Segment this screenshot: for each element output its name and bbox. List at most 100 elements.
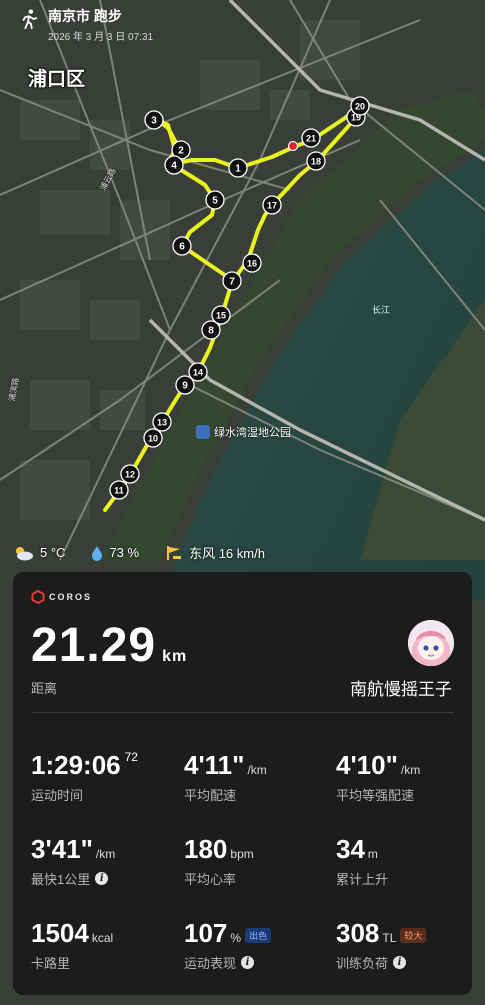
load-unit: TL (382, 931, 397, 945)
route-marker-1: 1 (228, 158, 248, 178)
route-marker-12: 12 (120, 464, 140, 484)
route-marker-label: 15 (216, 311, 226, 321)
stat-grade-pace: 4'10"/km 平均等强配速 (336, 750, 420, 804)
username: 南航慢摇王子 (350, 680, 452, 699)
route-marker-label: 17 (267, 201, 277, 211)
ascent-value: 34 (336, 834, 365, 864)
ascent-label: 累计上升 (336, 872, 389, 887)
current-location-dot (287, 140, 299, 152)
route-marker-label: 9 (182, 381, 188, 392)
stat-performance: 107% 出色 运动表现 i (184, 918, 272, 972)
best-km-value: 3'41" (31, 834, 93, 864)
avg-pace-value: 4'11" (184, 750, 245, 780)
route-marker-label: 12 (125, 470, 135, 480)
route-marker-label: 16 (247, 259, 257, 269)
route-marker-7: 7 (222, 271, 242, 291)
distance-number: 21.29 (31, 619, 157, 672)
route-marker-label: 6 (179, 242, 185, 253)
performance-value: 107 (184, 918, 228, 948)
route-marker-10: 10 (143, 428, 163, 448)
stats-card: COROS 21.29 km 距离 南航慢摇王子 1:29:06 72 运动时间 4… (13, 572, 472, 995)
route-marker-label: 21 (306, 134, 316, 144)
route-marker-label: 4 (171, 161, 177, 172)
best-km-label: 最快1公里 (31, 872, 91, 887)
performance-label: 运动表现 (184, 956, 237, 971)
coros-brand-text: COROS (49, 592, 93, 602)
route-marker-label: 20 (355, 102, 365, 112)
route-marker-11: 11 (109, 480, 129, 500)
park-icon (196, 425, 210, 439)
stat-training-load: 308 TL 较大 训练负荷 i (336, 918, 427, 972)
grade-pace-unit: /km (400, 763, 421, 777)
ascent-unit: m (367, 847, 378, 861)
load-value: 308 (336, 918, 380, 948)
route-marker-label: 3 (151, 116, 157, 127)
info-icon[interactable]: i (95, 872, 109, 885)
route-marker-label: 1 (235, 164, 241, 175)
route-marker-18: 18 (306, 151, 326, 171)
stat-calories: 1504 kcal 卡路里 (31, 918, 113, 972)
route-marker-3: 3 (144, 110, 164, 130)
route-marker-label: 5 (212, 196, 218, 207)
avg-hr-unit: bpm (230, 847, 254, 861)
performance-unit: % (230, 931, 242, 945)
route-marker-5: 5 (205, 190, 225, 210)
stat-best-km: 3'41"/km 最快1公里 i (31, 834, 115, 888)
route-marker-label: 18 (311, 157, 321, 167)
duration-hundredths: 72 (124, 750, 138, 764)
avg-hr-value: 180 (184, 834, 228, 864)
stat-ascent: 34 m 累计上升 (336, 834, 388, 888)
humidity-value: 73 % (109, 545, 140, 560)
performance-badge: 出色 (245, 927, 272, 943)
route-marker-15: 15 (211, 305, 231, 325)
park-name: 绿水湾湿地公园 (214, 427, 291, 439)
coros-logo: COROS (31, 590, 92, 604)
route-marker-label: 10 (148, 434, 158, 444)
grade-pace-value: 4'10" (336, 750, 398, 780)
district-label: 浦口区 (28, 69, 86, 90)
avg-pace-unit: /km (247, 763, 267, 777)
route-marker-label: 11 (114, 486, 124, 496)
distance-unit: km (162, 648, 188, 665)
avatar-image (408, 620, 454, 666)
route-marker-17: 17 (262, 195, 282, 215)
stat-avg-hr: 180 bpm 平均心率 (184, 834, 254, 888)
route-marker-14: 14 (188, 362, 208, 382)
wind-flag-icon (167, 545, 182, 560)
duration-label: 运动时间 (31, 788, 84, 803)
route-marker-label: 13 (157, 418, 167, 428)
user-avatar[interactable] (408, 620, 454, 666)
route-marker-label: 8 (208, 326, 214, 337)
park-label: 绿水湾湿地公园 (196, 424, 291, 440)
route-marker-label: 14 (193, 368, 203, 378)
avg-pace-label: 平均配速 (184, 788, 237, 803)
stat-duration: 1:29:06 72 运动时间 (31, 750, 138, 804)
coros-logo-icon (31, 590, 45, 604)
avg-hr-label: 平均心率 (184, 872, 237, 887)
running-icon (22, 9, 38, 30)
route-marker-4: 4 (164, 155, 184, 175)
grade-pace-label: 平均等强配速 (336, 788, 415, 803)
load-label: 训练负荷 (336, 956, 389, 971)
route-marker-21: 21 (301, 128, 321, 148)
partly-cloudy-icon (16, 546, 33, 560)
calories-value: 1504 (31, 918, 89, 948)
distance-value: 21.29 km (31, 618, 187, 673)
humidity-drop-icon (92, 545, 103, 561)
calories-label: 卡路里 (31, 956, 71, 971)
route-marker-6: 6 (172, 236, 192, 256)
distance-label: 距离 (31, 681, 58, 696)
route-marker-20: 20 (350, 96, 370, 116)
route-marker-label: 7 (229, 277, 235, 288)
activity-header: 南京市 跑步 2026 年 3 月 3 日 07:31 (18, 6, 153, 43)
card-divider (31, 712, 454, 713)
calories-unit: kcal (91, 931, 114, 945)
river-label: 长江 (372, 305, 391, 315)
info-icon[interactable]: i (393, 956, 407, 969)
route-marker-13: 13 (152, 412, 172, 432)
duration-value: 1:29:06 (31, 750, 121, 780)
route-marker-label: 2 (178, 146, 184, 157)
temperature-value: 5 °C (40, 545, 66, 560)
stat-avg-pace: 4'11"/km 平均配速 (184, 750, 267, 804)
info-icon[interactable]: i (241, 956, 255, 969)
